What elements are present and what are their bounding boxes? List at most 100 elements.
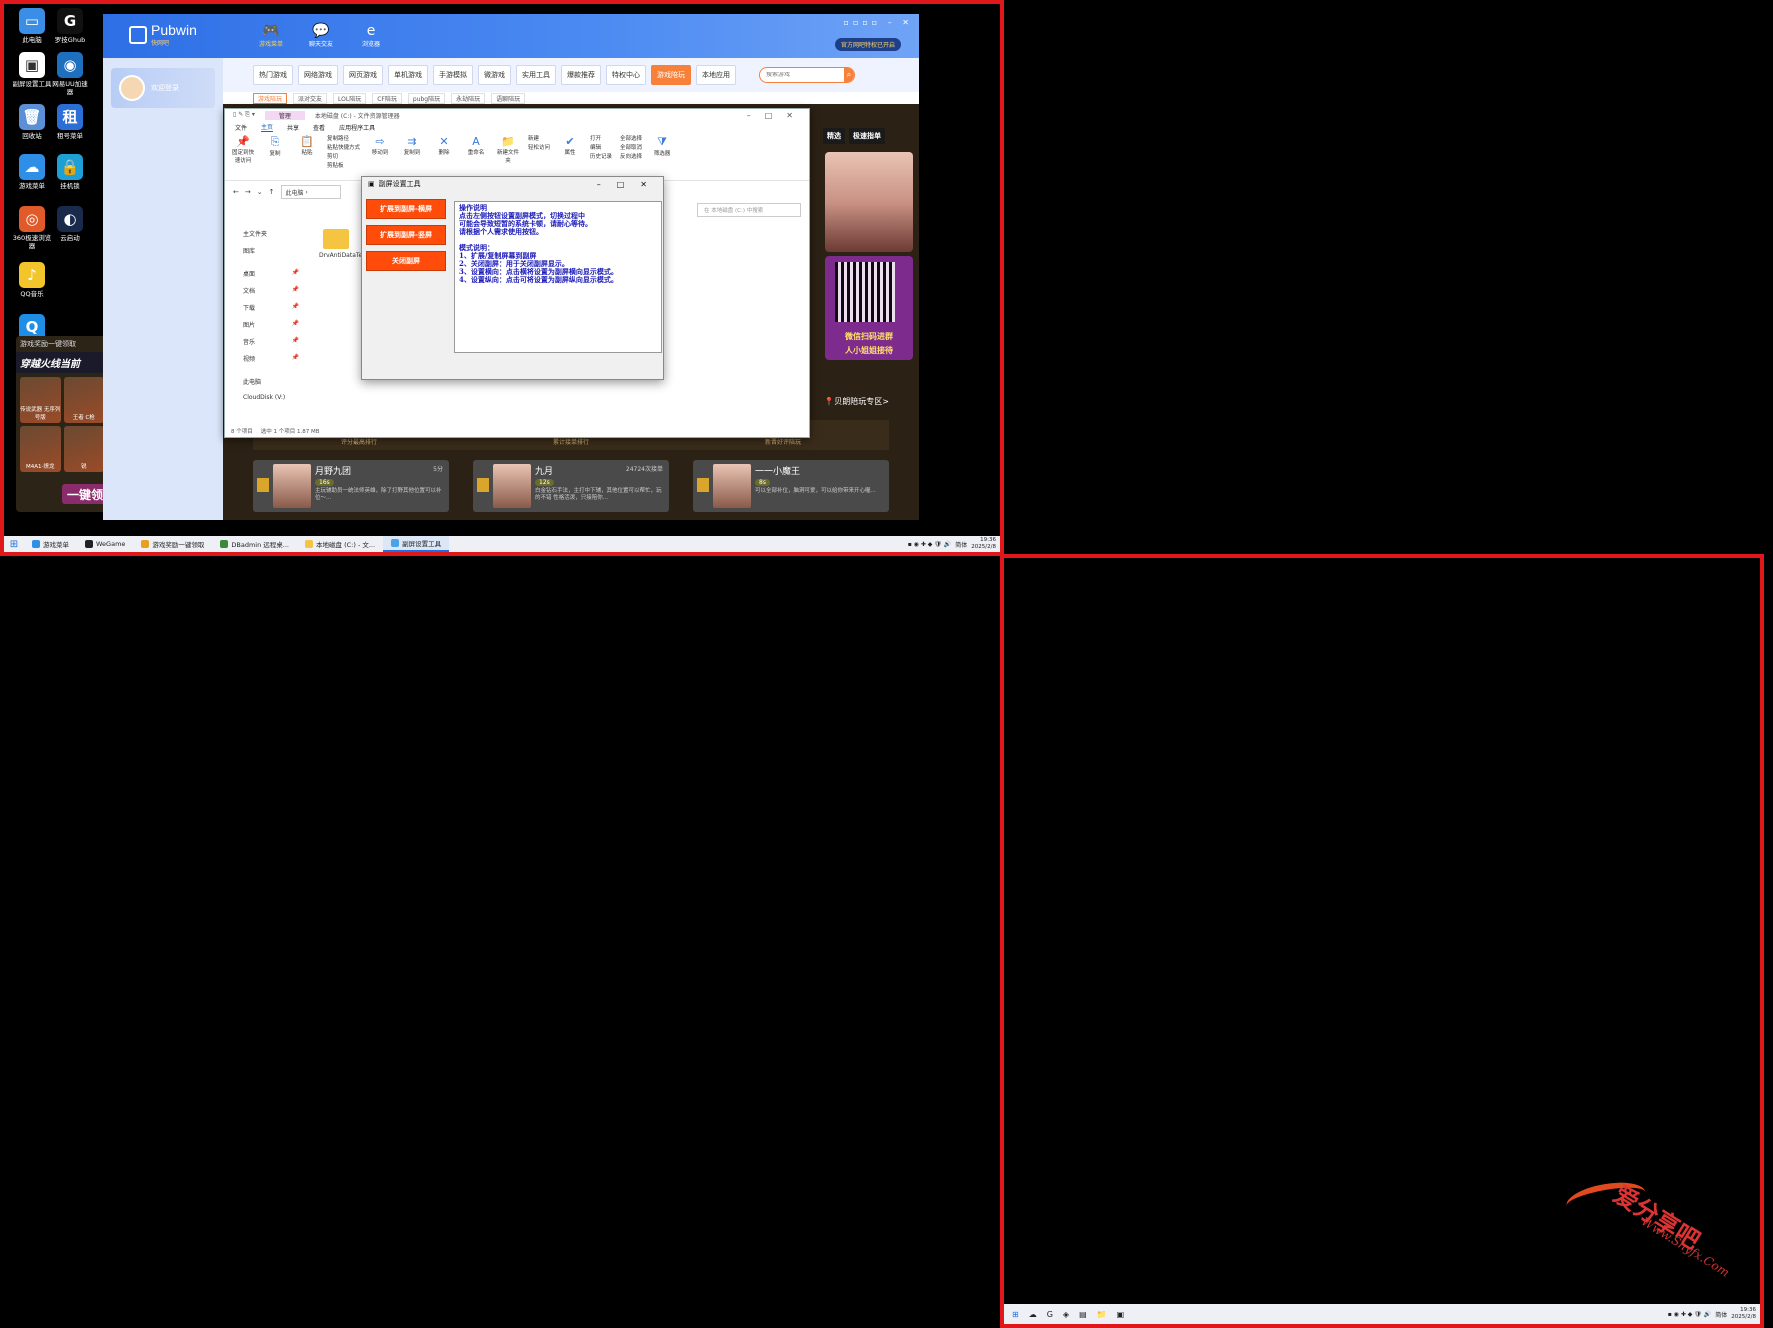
screen-tool-icon[interactable]: ▣ (1117, 1310, 1125, 1319)
tab-manage[interactable]: 管理 (264, 110, 305, 120)
clock[interactable]: 19:36 2025/2/8 (1731, 1307, 1756, 1321)
nav-item[interactable]: 此电脑 (225, 373, 305, 390)
input-language[interactable]: 简体 (1715, 1310, 1727, 1319)
extend-portrait-button[interactable]: 扩展到副屏-竖屏 (366, 225, 446, 245)
cloud-icon[interactable]: ☁ (1029, 1310, 1037, 1319)
pubwin-window-controls[interactable]: ▫▫▫▫ – ✕ (844, 18, 913, 27)
desktop-icon[interactable]: 🔒 挂机锁 (50, 154, 90, 190)
filter-button[interactable]: ⧩ 筛选器 (650, 135, 674, 178)
ribbon-text-button[interactable]: 历史记录 (590, 153, 612, 162)
start-icon[interactable]: ⊞ (1012, 1310, 1019, 1319)
ribbon-text-button[interactable]: 粘贴快捷方式 (327, 144, 360, 153)
category-tab[interactable]: 本地应用 (696, 65, 736, 85)
nav-item[interactable]: 文档 📌 (225, 282, 305, 299)
category-tab[interactable]: 网络游戏 (298, 65, 338, 85)
explorer-window-controls[interactable]: –□✕ (747, 111, 809, 120)
instructions-text[interactable]: 操作说明 点击左侧按钮设置副屏模式，切换过程中 可能会导致短暂的系统卡顿，请耐心… (454, 201, 662, 353)
nav-browser[interactable]: e 浏览器 (349, 23, 393, 48)
taskbar-item[interactable]: WeGame (77, 536, 133, 552)
ribbon-button[interactable]: ✕ 删除 (432, 135, 456, 178)
taskbar-item[interactable]: 本地磁盘 (C:) - 文... (297, 536, 383, 552)
taskbar-item[interactable]: 游戏奖励一键领取 (133, 536, 212, 552)
desktop-icon[interactable]: ◎ 360极速浏览器 (12, 206, 52, 250)
desktop-icon[interactable]: 租租号菜单 (50, 104, 90, 140)
close-secondary-button[interactable]: 关闭副屏 (366, 251, 446, 271)
address-input[interactable]: 此电脑 › (280, 185, 341, 199)
quick-access-toolbar[interactable]: ▯ ✎ ⎘ ▾ (233, 111, 255, 119)
tab-app-tools[interactable]: 应用程序工具 (339, 123, 375, 132)
nav-item[interactable]: 桌面 📌 (225, 265, 305, 282)
subcategory-tab[interactable]: 永劫陪玩 (451, 92, 486, 104)
category-tab[interactable]: 游戏陪玩 (651, 65, 691, 85)
ribbon-text-button[interactable]: 编辑 (590, 144, 612, 153)
tray-icons[interactable]: ▪ ◉ ✚ ◆ 🛡 🔊 (908, 541, 952, 548)
nav-item[interactable]: 音乐 📌 (225, 333, 305, 350)
ribbon-button[interactable]: 📌 固定到快速访问 (231, 135, 255, 178)
privilege-notice[interactable]: 官方网吧特权已开启 (834, 38, 901, 51)
explorer-search-input[interactable]: 在 本地磁盘 (C:) 中搜索 (697, 203, 801, 217)
promo-item[interactable]: 传说武器 无序列号版 (20, 377, 61, 423)
fast-order-button[interactable]: 极速指单 (849, 128, 885, 144)
claim-all-button[interactable]: 一键领 (62, 484, 108, 504)
nav-game-menu[interactable]: 🎮 游戏菜单 (249, 23, 293, 48)
category-tab[interactable]: 爆款推荐 (561, 65, 601, 85)
subcategory-tab[interactable]: pubg陪玩 (407, 92, 446, 104)
ribbon-text-button[interactable]: 反向选择 (620, 153, 642, 162)
menu-tab[interactable]: 查看 (313, 123, 325, 132)
ribbon-text-button[interactable]: 全部取消 (620, 144, 642, 153)
ribbon-text-button[interactable]: 新建 (528, 135, 550, 144)
ribbon-text-button[interactable]: 复制路径 (327, 135, 360, 144)
desktop-icon[interactable]: ◉ 网易UU加速器 (50, 52, 90, 96)
ribbon-button[interactable]: ⎘ 复制 (263, 135, 287, 178)
companion-photo[interactable] (825, 152, 913, 252)
nav-item[interactable]: 图片 📌 (225, 316, 305, 333)
search-icon[interactable]: ⌕ (844, 68, 854, 82)
remote-icon[interactable]: ▤ (1079, 1310, 1087, 1319)
up-icon[interactable]: ↑ (269, 188, 275, 196)
extend-landscape-button[interactable]: 扩展到副屏-横屏 (366, 199, 446, 219)
nav-item[interactable]: 图库 (225, 242, 305, 259)
clock[interactable]: 19:36 2025/2/8 (971, 537, 996, 551)
promo-item[interactable]: 锐 (63, 426, 104, 472)
subcategory-tab[interactable]: LOL陪玩 (333, 92, 367, 104)
chevron-down-icon[interactable]: ⌄ (257, 188, 263, 196)
category-tab[interactable]: 单机游戏 (388, 65, 428, 85)
category-tab[interactable]: 实用工具 (516, 65, 556, 85)
nav-chat[interactable]: 💬 聊天交友 (299, 23, 343, 48)
reward-icon[interactable]: ◈ (1063, 1310, 1069, 1319)
taskbar-item[interactable]: DBadmin 远程桌... (212, 536, 297, 552)
back-icon[interactable]: ← (233, 188, 239, 196)
folder-icon[interactable]: 📁 (1097, 1310, 1107, 1319)
desktop-icon[interactable]: G 罗技Ghub (50, 8, 90, 44)
zone-link[interactable]: 📍贝朗陪玩专区> (824, 396, 889, 407)
ribbon-button[interactable]: 📁 新建文件夹 (496, 135, 520, 178)
wegame-icon[interactable]: G (1047, 1310, 1053, 1319)
category-tab[interactable]: 微游戏 (478, 65, 511, 85)
menu-tab[interactable]: 文件 (235, 123, 247, 132)
promo-item[interactable]: M4A1-燎龙 (20, 426, 61, 472)
qr-promo[interactable]: 微信扫码进群 人小姐姐接待 (825, 256, 913, 360)
category-tab[interactable]: 手游模拟 (433, 65, 473, 85)
ribbon-button[interactable]: ⇉ 复制到 (400, 135, 424, 178)
nav-item[interactable]: 下载 📌 (225, 299, 305, 316)
ribbon-button[interactable]: A 重命名 (464, 135, 488, 178)
companion-card[interactable]: 九月 24724次接单 12s 白金钻石手法，主打中下辅，其他位置可以帮忙，玩的不错 … (473, 460, 669, 512)
login-card[interactable]: 欢迎登录 (111, 68, 215, 108)
subcategory-tab[interactable]: CF陪玩 (372, 92, 402, 104)
desktop-icon[interactable]: 🗑 回收站 (12, 104, 52, 140)
desktop-icon[interactable]: ♪ QQ音乐 (12, 262, 52, 298)
ribbon-text-button[interactable]: 全部选择 (620, 135, 642, 144)
nav-item[interactable]: 主文件夹 (225, 225, 305, 242)
category-tab[interactable]: 特权中心 (606, 65, 646, 85)
nav-item[interactable]: 视频 📌 (225, 350, 305, 367)
folder-item[interactable]: DrvAntiDataTemp (319, 229, 372, 259)
category-tab[interactable]: 热门游戏 (253, 65, 293, 85)
forward-icon[interactable]: → (245, 188, 251, 196)
promo-item[interactable]: 王者 C枪 (63, 377, 104, 423)
start-icon[interactable]: ⊞ (4, 539, 24, 550)
menu-tab[interactable]: 共享 (287, 123, 299, 132)
dialog-window-controls[interactable]: –□✕ (597, 180, 663, 189)
desktop-icon[interactable]: ◐ 云启动 (50, 206, 90, 242)
subcategory-tab[interactable]: 语聊陪玩 (491, 92, 526, 104)
ribbon-text-button[interactable]: 剪切 (327, 153, 360, 162)
